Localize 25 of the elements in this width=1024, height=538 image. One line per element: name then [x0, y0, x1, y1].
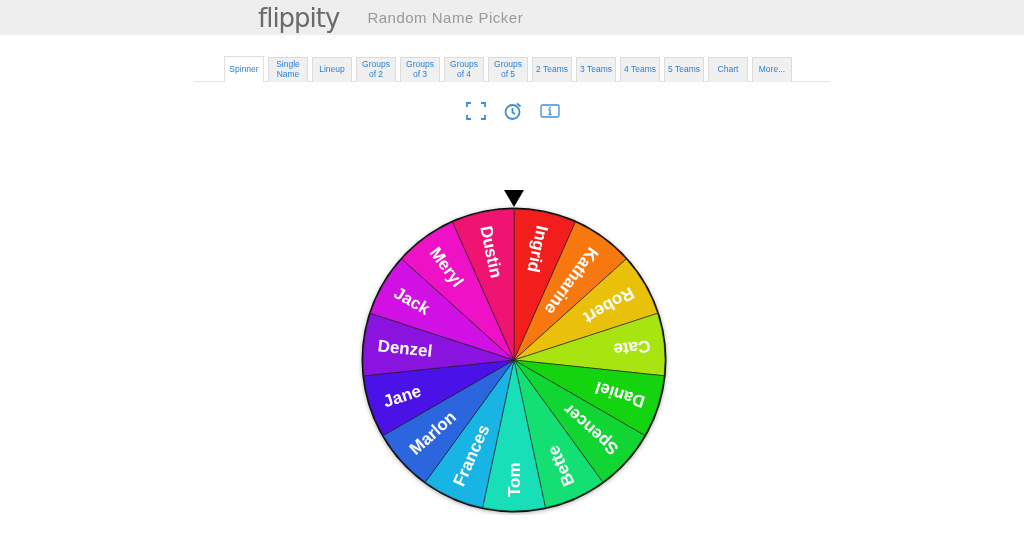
slice-label: Cate [612, 336, 652, 359]
page-title: Random Name Picker [367, 9, 524, 26]
tab[interactable]: More... [752, 57, 792, 82]
tab[interactable]: Chart [708, 57, 748, 82]
tab[interactable]: Groups of 2 [356, 57, 396, 82]
tab[interactable]: Lineup [312, 57, 352, 82]
tab[interactable]: Single Name [268, 57, 308, 82]
slice-label: Jack [390, 283, 433, 319]
slice-label: Jane [380, 381, 424, 412]
slice-label: Tom [504, 462, 524, 497]
tab[interactable]: Groups of 5 [488, 57, 528, 82]
logo[interactable]: flippity [258, 4, 340, 31]
fullscreen-icon[interactable] [466, 102, 486, 120]
pointer-icon [504, 190, 524, 207]
tab[interactable]: 4 Teams [620, 57, 660, 82]
tab[interactable]: Spinner [224, 56, 264, 82]
timer-icon[interactable] [503, 102, 523, 120]
slice-label: Dustin [476, 224, 506, 280]
slice-label: Denzel [376, 336, 434, 361]
tab[interactable]: 5 Teams [664, 57, 704, 82]
info-icon[interactable] [540, 102, 560, 120]
tab[interactable]: Groups of 3 [400, 57, 440, 82]
tab[interactable]: Groups of 4 [444, 57, 484, 82]
tab[interactable]: 3 Teams [576, 57, 616, 82]
tab[interactable]: 2 Teams [532, 57, 572, 82]
